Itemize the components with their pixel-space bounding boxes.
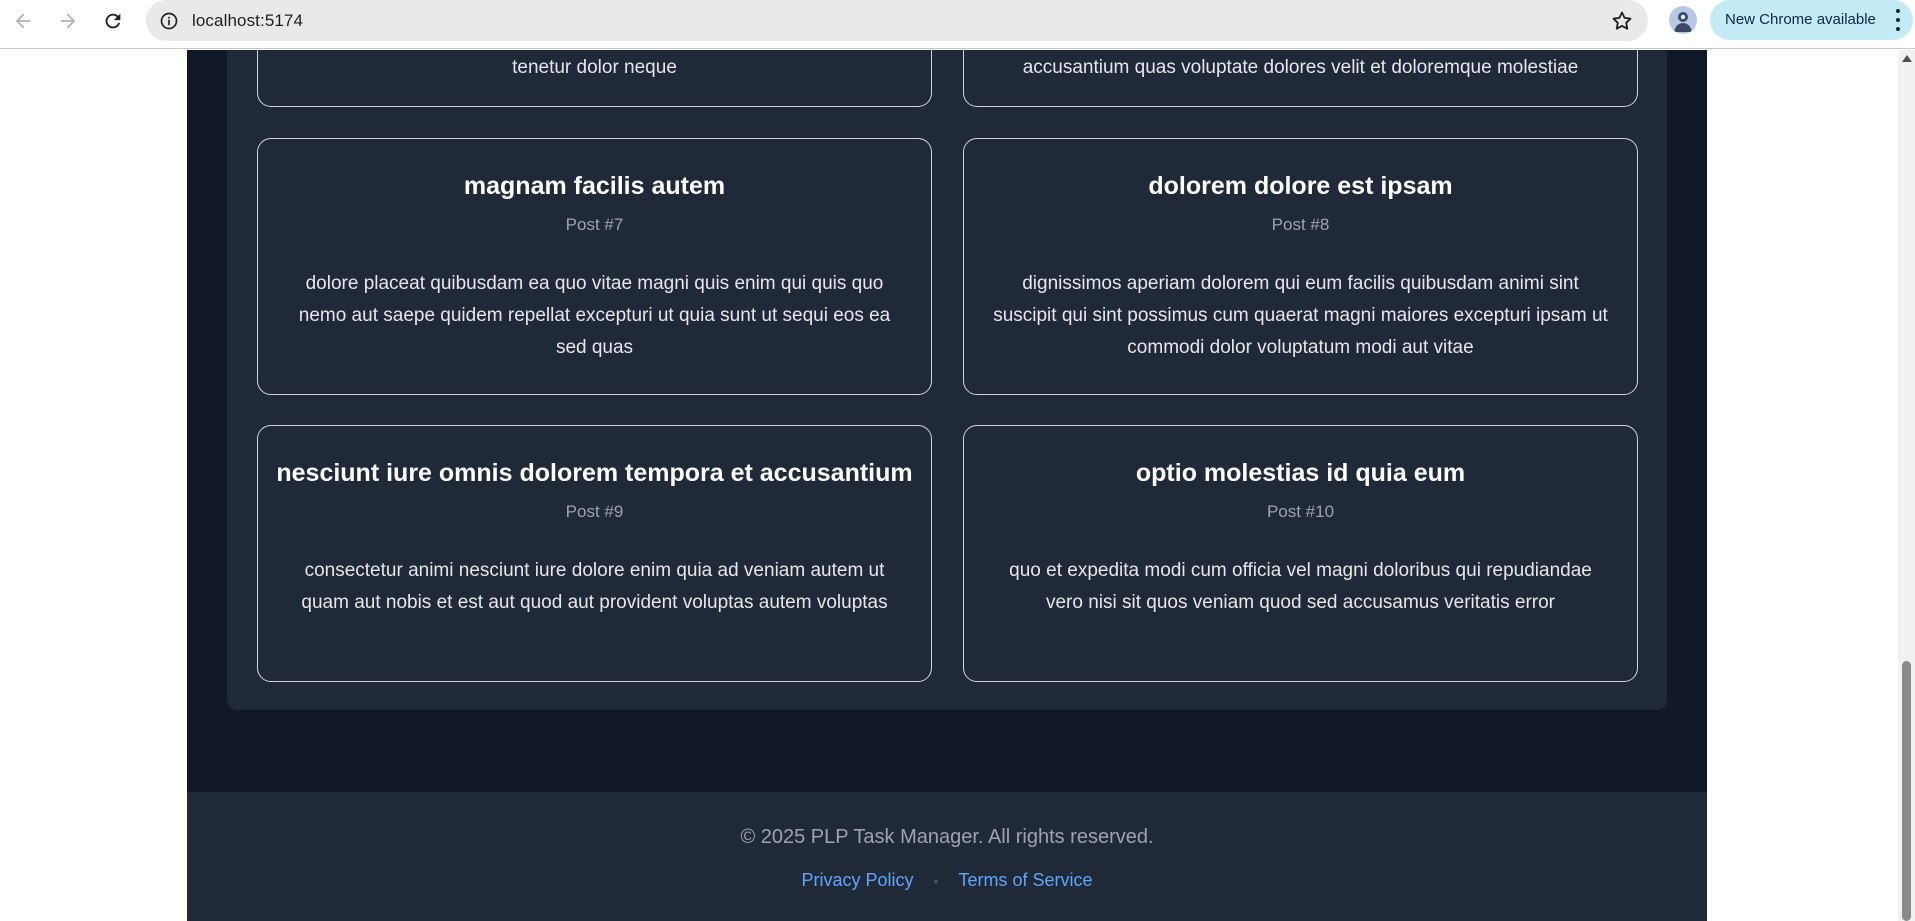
post-card: nesciunt iure omnis dolorem tempora et a…: [257, 425, 932, 682]
terms-of-service-link[interactable]: Terms of Service: [958, 870, 1092, 891]
arrow-left-icon: [15, 13, 31, 29]
url-text[interactable]: localhost:5174: [192, 11, 303, 31]
post-card: optio molestias id quia eum Post #10 quo…: [963, 425, 1638, 682]
more-menu-icon[interactable]: [1895, 9, 1901, 31]
copyright-text: © 2025 PLP Task Manager. All rights rese…: [740, 826, 1154, 848]
privacy-policy-link[interactable]: Privacy Policy: [802, 870, 914, 891]
post-body: consectetur animi nesciunt iure dolore e…: [301, 560, 888, 613]
post-title: magnam facilis autem: [463, 172, 726, 200]
scroll-up-arrow-icon[interactable]: [1902, 55, 1912, 62]
browser-toolbar: localhost:5174 New Chrome available: [0, 0, 1915, 49]
page-scrollbar[interactable]: [1898, 50, 1915, 921]
reload-icon: [105, 13, 121, 29]
update-label: New Chrome available: [1725, 11, 1876, 28]
post-body: accusantium quas voluptate dolores velit…: [1022, 57, 1579, 78]
post-card: tenetur dolor neque: [257, 50, 932, 107]
post-number: Post #10: [1266, 502, 1335, 521]
chrome-update-button[interactable]: New Chrome available: [1710, 0, 1913, 40]
app-container: tenetur dolor neque accusantium quas vol…: [187, 50, 1707, 921]
link-separator: •: [933, 872, 939, 889]
post-number: Post #9: [565, 502, 624, 521]
page-viewport: tenetur dolor neque accusantium quas vol…: [0, 50, 1898, 921]
post-body: quo et expedita modi cum officia vel mag…: [1009, 560, 1592, 613]
site-info-icon[interactable]: [156, 8, 182, 34]
profile-avatar[interactable]: [1669, 6, 1697, 34]
scrollbar-thumb[interactable]: [1902, 661, 1911, 921]
post-card: magnam facilis autem Post #7 dolore plac…: [257, 138, 932, 395]
post-card: dolorem dolore est ipsam Post #8 digniss…: [963, 138, 1638, 395]
footer-links: Privacy Policy • Terms of Service: [187, 870, 1707, 891]
back-button[interactable]: [4, 4, 42, 38]
address-bar[interactable]: localhost:5174: [146, 0, 1648, 41]
post-body: tenetur dolor neque: [512, 57, 677, 78]
post-number: Post #8: [1271, 215, 1330, 234]
arrow-right-icon: [60, 13, 76, 29]
post-title: dolorem dolore est ipsam: [1148, 172, 1453, 200]
post-number: Post #7: [565, 215, 624, 234]
posts-panel: tenetur dolor neque accusantium quas vol…: [227, 50, 1667, 710]
post-title: optio molestias id quia eum: [1135, 459, 1466, 487]
forward-button[interactable]: [49, 4, 87, 38]
bookmark-star-icon[interactable]: [1610, 9, 1634, 33]
post-body: dolore placeat quibusdam ea quo vitae ma…: [298, 273, 891, 358]
post-body: dignissimos aperiam dolorem qui eum faci…: [993, 273, 1608, 358]
post-card: accusantium quas voluptate dolores velit…: [963, 50, 1638, 107]
reload-button[interactable]: [94, 4, 132, 38]
post-title: nesciunt iure omnis dolorem tempora et a…: [276, 459, 913, 487]
site-footer: © 2025 PLP Task Manager. All rights rese…: [187, 792, 1707, 921]
